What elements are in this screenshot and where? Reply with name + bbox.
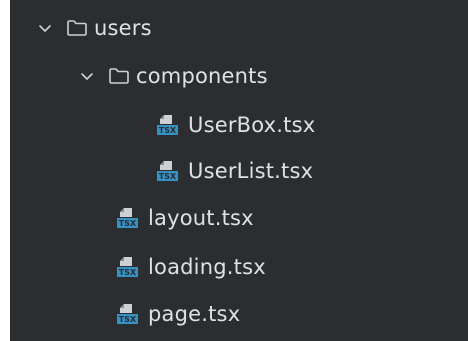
project-file-tree: users components TSX UserBox.tsx TSX Use…: [10, 0, 468, 341]
file-label: UserBox.tsx: [188, 113, 316, 137]
file-row-page[interactable]: TSX page.tsx: [10, 291, 468, 337]
file-label: layout.tsx: [148, 206, 254, 230]
file-label: page.tsx: [148, 302, 241, 326]
tsx-badge-text: TSX: [119, 219, 137, 228]
file-row-layout[interactable]: TSX layout.tsx: [10, 195, 468, 241]
tsx-badge-text: TSX: [119, 268, 137, 277]
tsx-badge-text: TSX: [159, 126, 177, 135]
tsx-file-icon: TSX: [116, 303, 142, 325]
file-label: UserList.tsx: [188, 159, 314, 183]
folder-row-users[interactable]: users: [10, 5, 468, 51]
tsx-file-icon: TSX: [156, 114, 182, 136]
tsx-file-icon: TSX: [116, 207, 142, 229]
tsx-badge-text: TSX: [159, 172, 177, 181]
folder-label-components: components: [136, 64, 268, 88]
chevron-down-icon[interactable]: [80, 69, 94, 83]
file-row-userbox[interactable]: TSX UserBox.tsx: [10, 102, 468, 148]
file-row-userlist[interactable]: TSX UserList.tsx: [10, 148, 468, 194]
tsx-file-icon: TSX: [156, 160, 182, 182]
tsx-badge-text: TSX: [119, 315, 137, 324]
tsx-file-icon: TSX: [116, 256, 142, 278]
chevron-down-icon[interactable]: [38, 21, 52, 35]
folder-icon: [108, 67, 130, 85]
folder-row-components[interactable]: components: [10, 53, 468, 99]
file-row-loading[interactable]: TSX loading.tsx: [10, 244, 468, 290]
file-label: loading.tsx: [148, 255, 266, 279]
folder-label-users: users: [94, 16, 152, 40]
folder-icon: [66, 19, 88, 37]
